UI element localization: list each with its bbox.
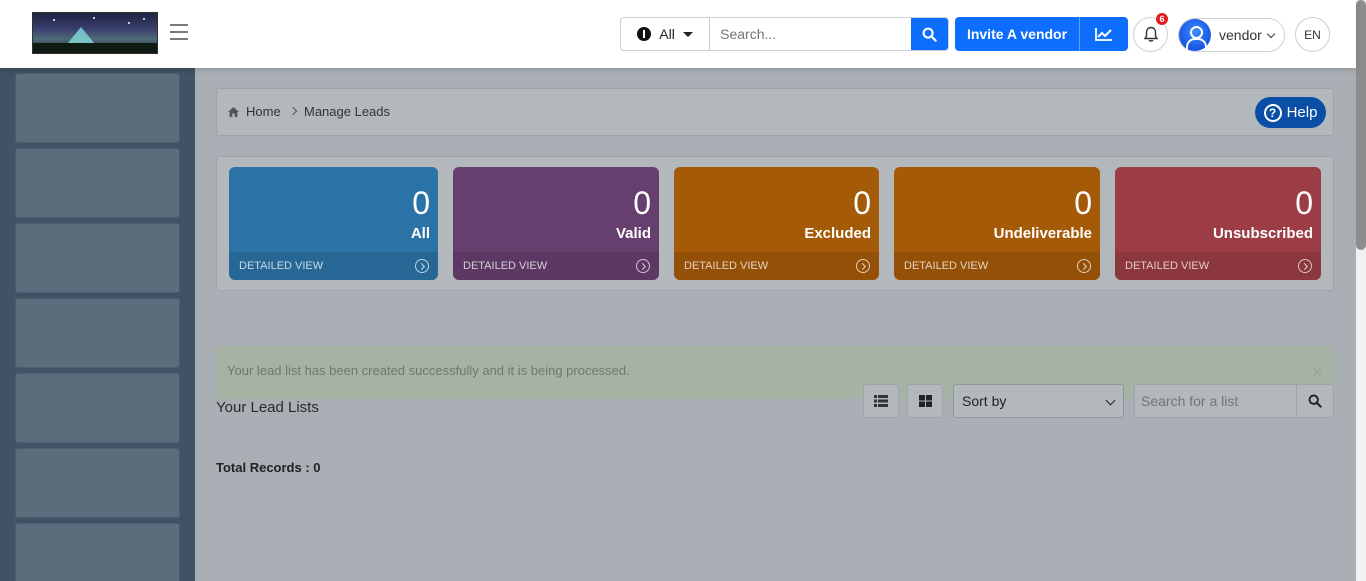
stat-card-undeliverable: 0 Undeliverable DETAILED VIEW	[894, 167, 1100, 280]
search-scope-label: All	[659, 26, 675, 42]
grid-view-button[interactable]	[907, 384, 943, 418]
arrow-circle-icon	[1077, 259, 1091, 273]
breadcrumb-home-label: Home	[246, 104, 281, 119]
list-icon	[874, 395, 888, 407]
stat-value: 0	[412, 185, 430, 221]
sidebar-item[interactable]	[15, 73, 180, 143]
arrow-circle-icon	[1298, 259, 1312, 273]
accessibility-icon	[637, 27, 652, 41]
hamburger-menu-icon[interactable]	[170, 24, 188, 40]
search-input[interactable]	[710, 18, 912, 50]
detailed-view-link[interactable]: DETAILED VIEW	[894, 252, 1100, 280]
sidebar-item[interactable]	[15, 373, 180, 443]
grid-icon	[918, 395, 932, 407]
detailed-view-link[interactable]: DETAILED VIEW	[1115, 252, 1321, 280]
arrow-circle-icon	[856, 259, 870, 273]
help-button[interactable]: ? Help	[1255, 97, 1326, 128]
global-search: All	[620, 17, 949, 51]
sidebar-item[interactable]	[15, 148, 180, 218]
stat-label: All	[410, 225, 430, 242]
stat-card-valid: 0 Valid DETAILED VIEW	[453, 167, 659, 280]
list-search-button[interactable]	[1296, 385, 1333, 417]
bell-icon	[1143, 26, 1158, 42]
close-icon[interactable]: ×	[1312, 362, 1323, 383]
list-search-input[interactable]	[1135, 385, 1296, 417]
brand-logo[interactable]	[32, 12, 158, 54]
user-name: vendor	[1219, 27, 1262, 43]
user-menu[interactable]: vendor	[1178, 18, 1285, 52]
line-chart-icon	[1095, 28, 1112, 41]
breadcrumb: Home Manage Leads ? Help	[216, 88, 1334, 136]
detailed-view-label: DETAILED VIEW	[1125, 260, 1210, 272]
stat-value: 0	[1295, 185, 1313, 221]
invite-group: Invite A vendor	[955, 17, 1128, 51]
detailed-view-label: DETAILED VIEW	[684, 260, 769, 272]
sidebar-item[interactable]	[15, 448, 180, 518]
detailed-view-label: DETAILED VIEW	[463, 260, 548, 272]
stat-label: Undeliverable	[993, 225, 1092, 242]
breadcrumb-home[interactable]: Home	[227, 104, 281, 119]
question-circle-icon: ?	[1263, 103, 1282, 122]
stat-value: 0	[853, 185, 871, 221]
search-scope-dropdown[interactable]: All	[621, 18, 711, 50]
search-icon	[922, 27, 937, 42]
alert-message: Your lead list has been created successf…	[227, 363, 630, 378]
chevron-down-icon	[1266, 29, 1276, 38]
arrow-circle-icon	[415, 259, 429, 273]
invite-vendor-button[interactable]: Invite A vendor	[955, 17, 1080, 51]
avatar	[1179, 19, 1211, 51]
search-button[interactable]	[911, 18, 948, 50]
total-records: Total Records : 0	[216, 460, 321, 475]
list-search	[1134, 384, 1334, 418]
sidebar-item[interactable]	[15, 523, 180, 581]
top-header: All Invite A vendor 6 vendor	[0, 0, 1356, 68]
stat-value: 0	[633, 185, 651, 221]
stat-value: 0	[1074, 185, 1092, 221]
search-icon	[1308, 394, 1322, 408]
sort-by-label: Sort by	[962, 393, 1007, 409]
analytics-button[interactable]	[1080, 17, 1128, 51]
detailed-view-label: DETAILED VIEW	[239, 260, 324, 272]
stats-panel: 0 All DETAILED VIEW 0 Valid DETAILED VIE…	[216, 156, 1334, 291]
arrow-circle-icon	[636, 259, 650, 273]
lead-lists-title: Your Lead Lists	[216, 399, 319, 416]
scrollbar-thumb[interactable]	[1356, 0, 1366, 250]
chevron-right-icon	[288, 106, 298, 116]
caret-down-icon	[682, 31, 693, 37]
stat-label: Excluded	[804, 225, 871, 242]
sidebar-item[interactable]	[15, 298, 180, 368]
breadcrumb-current: Manage Leads	[304, 104, 391, 119]
stat-label: Unsubscribed	[1212, 225, 1313, 242]
chevron-down-icon	[1105, 395, 1116, 406]
sidebar-item[interactable]	[15, 223, 180, 293]
detailed-view-label: DETAILED VIEW	[904, 260, 989, 272]
language-selector[interactable]: EN	[1295, 17, 1330, 52]
detailed-view-link[interactable]: DETAILED VIEW	[229, 252, 438, 280]
sort-by-select[interactable]: Sort by	[953, 384, 1124, 418]
stat-card-unsubscribed: 0 Unsubscribed DETAILED VIEW	[1115, 167, 1321, 280]
detailed-view-link[interactable]: DETAILED VIEW	[674, 252, 879, 280]
detailed-view-link[interactable]: DETAILED VIEW	[453, 252, 659, 280]
stat-card-excluded: 0 Excluded DETAILED VIEW	[674, 167, 879, 280]
help-label: Help	[1286, 104, 1318, 121]
notification-count-badge: 6	[1155, 12, 1169, 26]
stat-label: Valid	[615, 225, 651, 242]
sidebar	[0, 68, 195, 581]
stat-card-all: 0 All DETAILED VIEW	[229, 167, 438, 280]
home-icon	[228, 106, 239, 117]
list-view-button[interactable]	[863, 384, 899, 418]
